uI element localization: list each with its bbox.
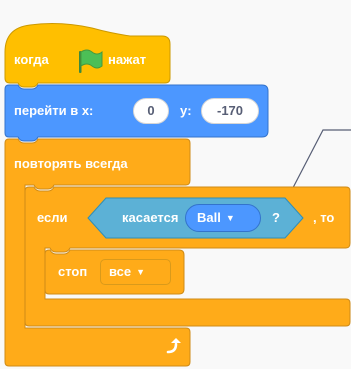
- when-flag-clicked-block[interactable]: [5, 25, 170, 85]
- x-value-input[interactable]: 0: [133, 98, 169, 124]
- goto-label: перейти в x:: [14, 103, 94, 118]
- dropdown-arrow-icon: ▼: [136, 267, 146, 277]
- forever-label: повторять всегда: [14, 156, 128, 171]
- question-mark: ?: [272, 210, 280, 225]
- touching-target-dropdown[interactable]: Ball ▼: [185, 204, 261, 232]
- stop-label: стоп: [58, 264, 88, 279]
- stop-option-dropdown[interactable]: все ▼: [100, 259, 171, 285]
- then-label: , то: [313, 210, 335, 225]
- y-label: y:: [180, 103, 192, 118]
- code-area: когда нажат перейти в x: 0 y: -170 повто…: [0, 0, 351, 369]
- y-value-input[interactable]: -170: [201, 98, 259, 124]
- if-label: если: [37, 210, 68, 225]
- dropdown-arrow-icon: ▼: [225, 213, 235, 223]
- stop-option-value: все: [109, 264, 132, 279]
- touching-target-value: Ball: [197, 210, 221, 225]
- touching-label: касается: [122, 210, 179, 225]
